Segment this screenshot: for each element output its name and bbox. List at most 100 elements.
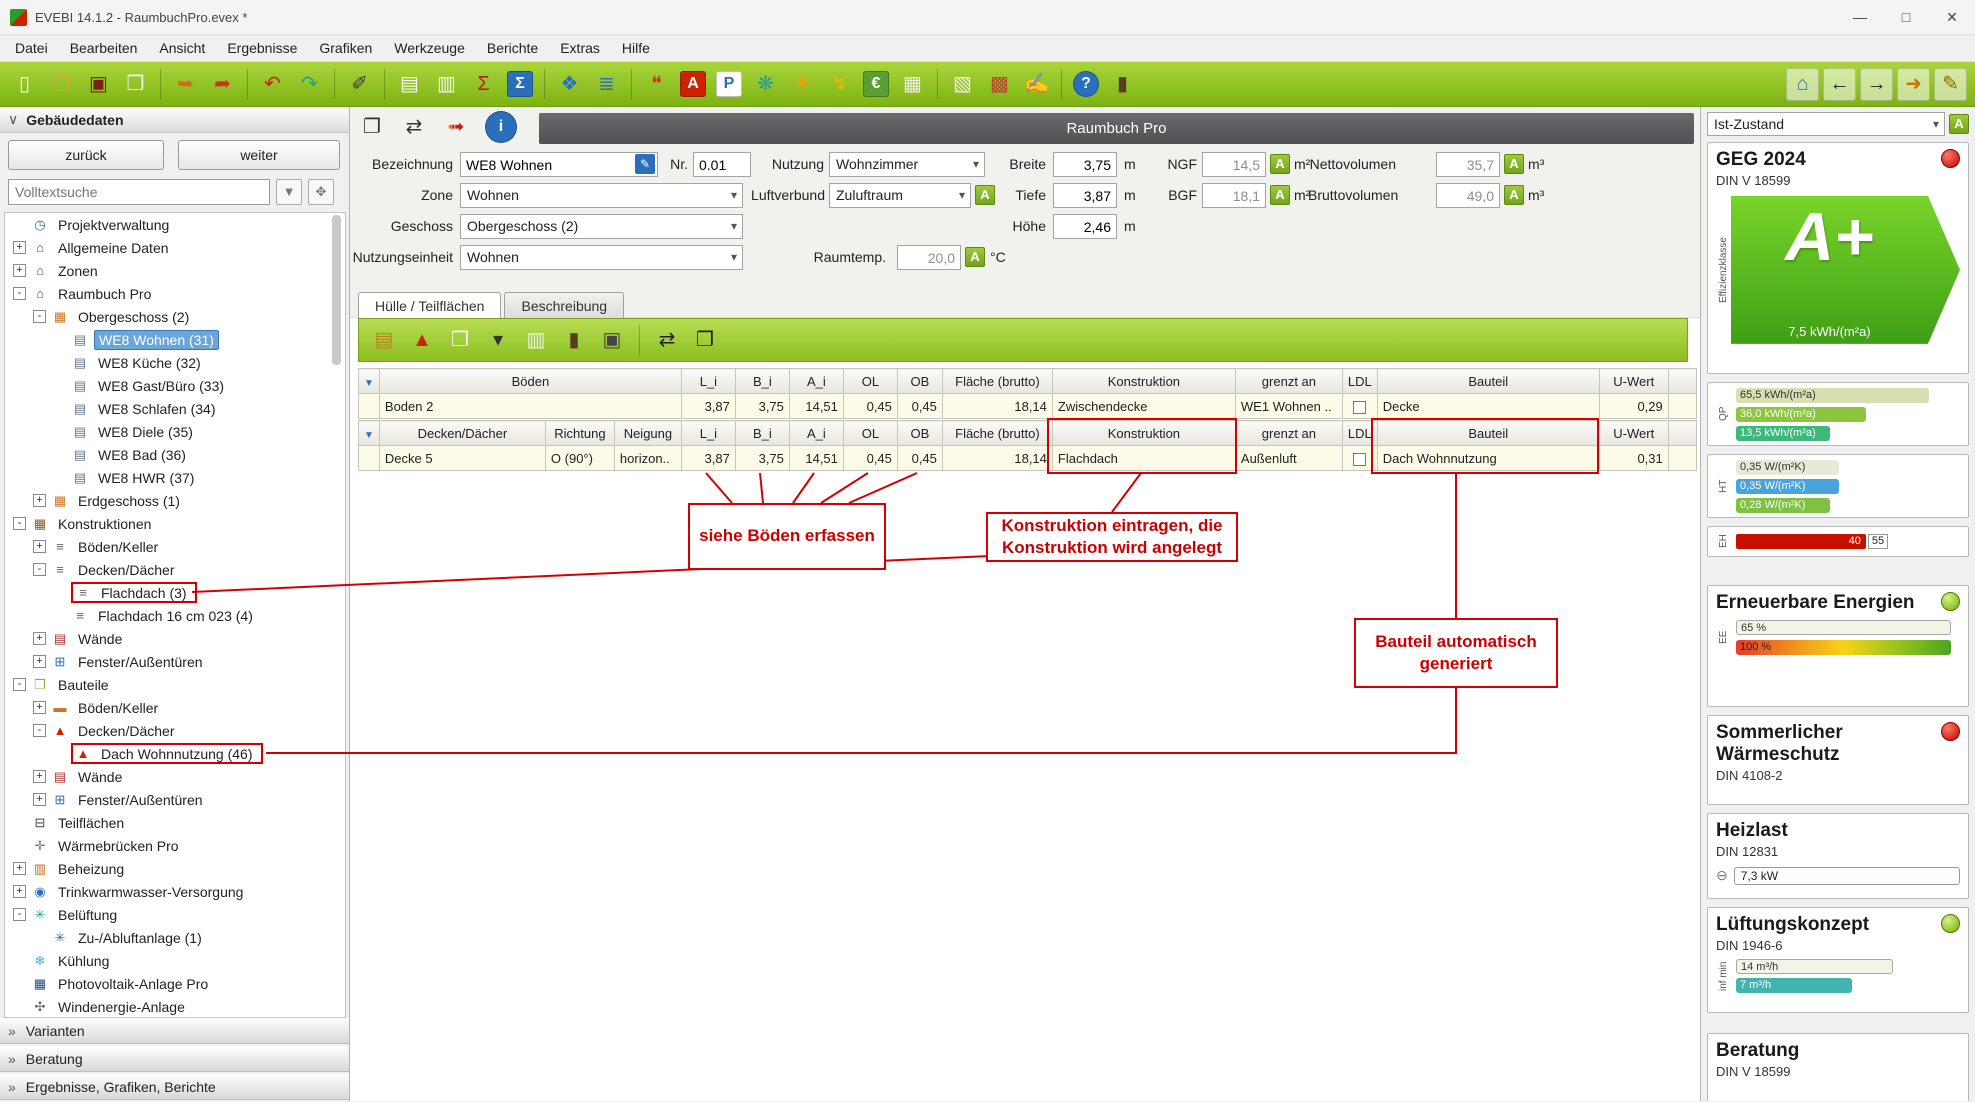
- column-header[interactable]: Richtung: [545, 421, 614, 446]
- tree-item[interactable]: -▦Obergeschoss (2): [5, 305, 345, 328]
- list-icon[interactable]: ≣: [590, 68, 623, 101]
- column-header[interactable]: LDL: [1342, 369, 1377, 394]
- cell[interactable]: 0,45: [897, 446, 942, 471]
- collapse-icon[interactable]: -: [33, 563, 46, 576]
- collapse-icon[interactable]: -: [13, 678, 26, 691]
- cell[interactable]: 3,75: [735, 446, 789, 471]
- cell[interactable]: Boden 2: [379, 394, 681, 419]
- cell[interactable]: [1668, 394, 1696, 419]
- report-icon[interactable]: ▤: [393, 68, 426, 101]
- column-header[interactable]: Konstruktion: [1052, 369, 1235, 394]
- expand-icon[interactable]: +: [33, 655, 46, 668]
- expand-icon[interactable]: +: [13, 241, 26, 254]
- tree-item[interactable]: -⌂Raumbuch Pro: [5, 282, 345, 305]
- cell[interactable]: Decke: [1377, 394, 1599, 419]
- collapse-icon[interactable]: -: [13, 287, 26, 300]
- column-header[interactable]: Decken/Dächer: [379, 421, 545, 446]
- tree-item[interactable]: +⌂Zonen: [5, 259, 345, 282]
- save-table-icon[interactable]: ▣: [597, 325, 627, 355]
- speech-bubble-icon[interactable]: ❝: [640, 68, 673, 101]
- lightning-icon[interactable]: ↯: [823, 68, 856, 101]
- cell[interactable]: [359, 446, 380, 471]
- filter-marker[interactable]: ▼: [359, 421, 380, 446]
- column-header[interactable]: OB: [897, 421, 942, 446]
- letter-p-icon[interactable]: P: [716, 71, 742, 97]
- column-header[interactable]: OB: [897, 369, 942, 394]
- tree-item[interactable]: ✳Zu-/Abluftanlage (1): [5, 926, 345, 949]
- cell[interactable]: O (90°): [545, 446, 614, 471]
- columns-icon[interactable]: ▥: [521, 325, 551, 355]
- cell[interactable]: 18,14: [942, 446, 1052, 471]
- column-header[interactable]: B_i: [735, 369, 789, 394]
- column-header[interactable]: Bauteil: [1377, 421, 1599, 446]
- cell[interactable]: 3,87: [681, 394, 735, 419]
- column-header[interactable]: Neigung: [614, 421, 681, 446]
- filter-icon[interactable]: ▼: [276, 179, 302, 205]
- cell[interactable]: [1668, 446, 1696, 471]
- building-icon[interactable]: ⌂: [1786, 68, 1819, 101]
- variant-auto-badge[interactable]: A: [1949, 114, 1969, 134]
- tree-item[interactable]: ▲Dach Wohnnutzung (46): [5, 742, 345, 765]
- cell[interactable]: 18,14: [942, 394, 1052, 419]
- menu-hilfe[interactable]: Hilfe: [611, 35, 661, 61]
- menu-werkzeuge[interactable]: Werkzeuge: [383, 35, 476, 61]
- tree-item[interactable]: ▤WE8 Wohnen (31): [5, 328, 345, 351]
- info-icon[interactable]: i: [485, 111, 517, 143]
- tree-item[interactable]: ▤WE8 Bad (36): [5, 443, 345, 466]
- column-header[interactable]: A_i: [789, 369, 843, 394]
- nr-input[interactable]: [693, 152, 751, 177]
- expand-icon[interactable]: +: [13, 885, 26, 898]
- cell[interactable]: 3,87: [681, 446, 735, 471]
- next-button[interactable]: weiter: [178, 140, 340, 170]
- filter-marker[interactable]: ▼: [359, 369, 380, 394]
- column-header[interactable]: B_i: [735, 421, 789, 446]
- save-icon[interactable]: ▣: [82, 68, 115, 101]
- copy-room-icon[interactable]: ❐: [356, 111, 388, 143]
- column-header[interactable]: [1668, 369, 1696, 394]
- column-header[interactable]: U-Wert: [1599, 421, 1668, 446]
- variant-select[interactable]: Ist-Zustand: [1707, 112, 1945, 136]
- help-icon[interactable]: ?: [1073, 71, 1099, 97]
- zone-select[interactable]: Wohnen: [460, 183, 743, 208]
- import-icon[interactable]: ➥: [169, 68, 202, 101]
- column-header[interactable]: Böden: [379, 369, 681, 394]
- nutzungseinheit-select[interactable]: Wohnen: [460, 245, 743, 270]
- tree-scrollbar[interactable]: [332, 215, 341, 365]
- collapse-icon[interactable]: -: [13, 517, 26, 530]
- tree-item[interactable]: +▦Erdgeschoss (1): [5, 489, 345, 512]
- floor-icon[interactable]: ▤: [369, 325, 399, 355]
- tree-item[interactable]: +▥Beheizung: [5, 857, 345, 880]
- table-row[interactable]: Boden 23,873,7514,510,450,4518,14Zwische…: [359, 394, 1697, 419]
- tree-item[interactable]: ▤WE8 Schlafen (34): [5, 397, 345, 420]
- expand-icon[interactable]: +: [33, 632, 46, 645]
- redo-icon[interactable]: ↷: [293, 68, 326, 101]
- tree-item[interactable]: +⊞Fenster/Außentüren: [5, 650, 345, 673]
- euro-icon[interactable]: €: [863, 71, 889, 97]
- tree-item[interactable]: +▬Böden/Keller: [5, 696, 345, 719]
- apply-room-icon[interactable]: ➟: [440, 111, 472, 143]
- cell[interactable]: 0,31: [1599, 446, 1668, 471]
- cell[interactable]: 0,45: [843, 394, 897, 419]
- luftverbund-select[interactable]: Zuluftraum: [829, 183, 971, 208]
- export-icon[interactable]: ➦: [206, 68, 239, 101]
- ldl-checkbox[interactable]: [1353, 453, 1366, 466]
- expand-icon[interactable]: +: [33, 540, 46, 553]
- tree-item[interactable]: ▤WE8 Gast/Büro (33): [5, 374, 345, 397]
- exit-door-icon[interactable]: ➜: [1897, 68, 1930, 101]
- tree-item[interactable]: -▲Decken/Dächer: [5, 719, 345, 742]
- tree-item[interactable]: ❄Kühlung: [5, 949, 345, 972]
- tree-item[interactable]: ▤WE8 Küche (32): [5, 351, 345, 374]
- door-icon-2[interactable]: ▮: [559, 325, 589, 355]
- section-header[interactable]: »Beratung: [0, 1046, 349, 1072]
- copy-table-icon[interactable]: ❐: [690, 325, 720, 355]
- close-button[interactable]: ✕: [1929, 0, 1975, 34]
- copy-window-icon[interactable]: ❐: [119, 68, 152, 101]
- menu-berichte[interactable]: Berichte: [476, 35, 549, 61]
- wall-folder-icon[interactable]: ❒: [445, 325, 475, 355]
- edit-tool-icon[interactable]: ✐: [343, 68, 376, 101]
- undo-icon[interactable]: ↶: [256, 68, 289, 101]
- section-header[interactable]: »Varianten: [0, 1018, 349, 1044]
- nettovolumen-auto-badge[interactable]: A: [1504, 154, 1524, 174]
- tree-item[interactable]: -✳Belüftung: [5, 903, 345, 926]
- column-header[interactable]: OL: [843, 369, 897, 394]
